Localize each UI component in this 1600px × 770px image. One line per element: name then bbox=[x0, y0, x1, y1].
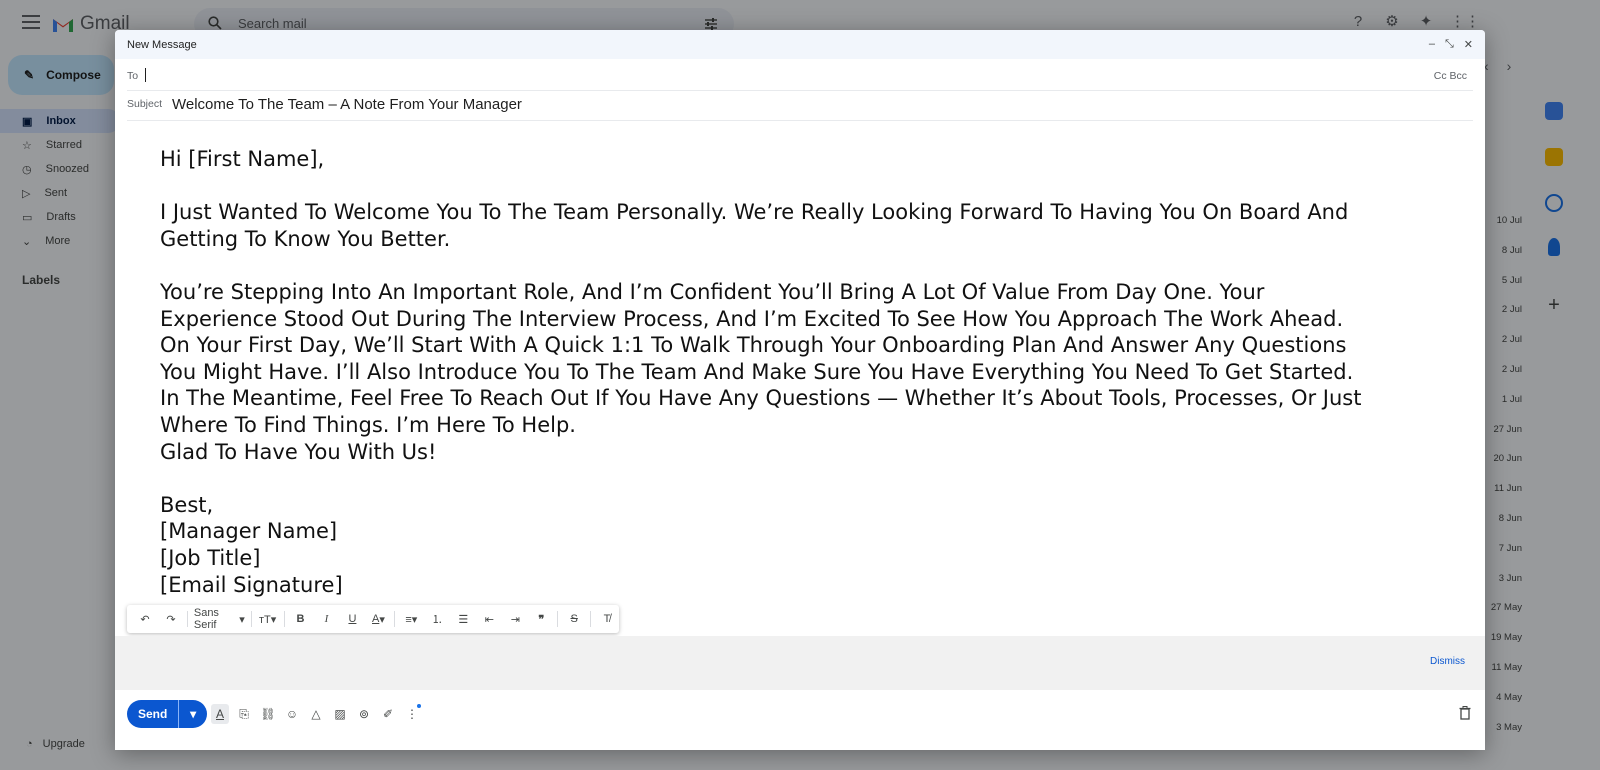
font-family-value: Sans Serif bbox=[193, 607, 219, 631]
body-greeting: Hi [First Name], bbox=[160, 147, 325, 171]
italic-icon[interactable]: I bbox=[314, 609, 338, 629]
subject-input[interactable]: Welcome To The Team – A Note From Your M… bbox=[172, 96, 522, 113]
body-line: Getting To Know You Better. bbox=[160, 226, 451, 251]
send-label: Send bbox=[138, 707, 168, 721]
insert-link-icon[interactable]: ⛓ bbox=[259, 704, 277, 724]
numbered-list-icon[interactable]: ⒈ bbox=[425, 609, 449, 629]
dismiss-link[interactable]: Dismiss bbox=[1430, 656, 1465, 667]
close-icon[interactable]: ✕ bbox=[1464, 38, 1473, 51]
insert-photo-icon[interactable]: ▨ bbox=[331, 704, 349, 724]
body-line: On Your First Day, We’ll Start With A Qu… bbox=[160, 333, 1347, 358]
drive-icon[interactable]: △ bbox=[307, 704, 325, 724]
text-color-icon[interactable]: A ▾ bbox=[366, 609, 390, 629]
signature-icon[interactable]: ✐ bbox=[379, 704, 397, 724]
formatting-toolbar: ↶ ↷ Sans Serif ▾ тТ▾ B I U A ▾ ≡▾ ⒈ ☰ ⇤ ⇥… bbox=[127, 605, 619, 633]
compose-title: New Message bbox=[127, 38, 197, 51]
font-family-select[interactable]: Sans Serif ▾ bbox=[192, 607, 247, 631]
body-line: Experience Stood Out During The Intervie… bbox=[160, 306, 1344, 331]
to-label: To bbox=[127, 70, 139, 82]
cc-bcc-link[interactable]: Cc Bcc bbox=[1434, 70, 1467, 82]
remove-formatting-icon[interactable]: T̸ bbox=[595, 609, 619, 629]
compose-dialog: New Message – ⤡ ✕ To Cc Bcc Subject Welc… bbox=[115, 30, 1485, 750]
discard-draft-icon[interactable] bbox=[1459, 706, 1471, 720]
quote-icon[interactable]: ❞ bbox=[529, 609, 553, 629]
body-line: I Just Wanted To Welcome You To The Team… bbox=[160, 200, 1349, 225]
body-line: Where To Find Things. I’m Here To Help. bbox=[160, 412, 576, 437]
minimize-icon[interactable]: – bbox=[1429, 38, 1435, 51]
formatting-options-icon[interactable]: A bbox=[211, 704, 229, 724]
undo-icon[interactable]: ↶ bbox=[133, 609, 157, 629]
indent-less-icon[interactable]: ⇤ bbox=[477, 609, 501, 629]
suggestion-notice: Dismiss bbox=[115, 636, 1485, 690]
signoff-line: [Manager Name] bbox=[160, 519, 338, 544]
font-size-icon[interactable]: тТ▾ bbox=[256, 609, 280, 629]
underline-icon[interactable]: U bbox=[340, 609, 364, 629]
compose-header: New Message – ⤡ ✕ bbox=[115, 30, 1485, 59]
compose-footer: Send ▾ A ⎘ ⛓ ☺ △ ▨ ⊚ ✐ ⋮ bbox=[115, 690, 1485, 750]
bulleted-list-icon[interactable]: ☰ bbox=[451, 609, 475, 629]
text-cursor bbox=[145, 68, 146, 82]
signoff-line: [Job Title] bbox=[160, 545, 261, 570]
signoff-line: [Email Signature] bbox=[160, 572, 343, 597]
body-line: Glad To Have You With Us! bbox=[160, 439, 437, 464]
redo-icon[interactable]: ↷ bbox=[159, 609, 183, 629]
attach-file-icon[interactable]: ⎘ bbox=[235, 704, 253, 724]
confidential-mode-icon[interactable]: ⊚ bbox=[355, 704, 373, 724]
more-options-icon[interactable]: ⋮ bbox=[403, 704, 421, 724]
subject-label: Subject bbox=[127, 98, 163, 110]
to-field[interactable]: To Cc Bcc bbox=[127, 62, 1473, 91]
subject-field[interactable]: Subject Welcome To The Team – A Note Fro… bbox=[127, 90, 1473, 121]
body-line: You’re Stepping Into An Important Role, … bbox=[160, 279, 1265, 304]
strikethrough-icon[interactable]: S bbox=[562, 609, 586, 629]
message-body[interactable]: Hi [First Name], I Just Wanted To Welcom… bbox=[160, 146, 1420, 598]
send-button[interactable]: Send ▾ bbox=[127, 700, 207, 728]
send-options-icon[interactable]: ▾ bbox=[178, 700, 207, 728]
indent-more-icon[interactable]: ⇥ bbox=[503, 609, 527, 629]
exit-fullscreen-icon[interactable]: ⤡ bbox=[1445, 38, 1454, 51]
footer-tools: A ⎘ ⛓ ☺ △ ▨ ⊚ ✐ ⋮ bbox=[211, 704, 421, 724]
body-line: In The Meantime, Feel Free To Reach Out … bbox=[160, 386, 1362, 411]
window-controls: – ⤡ ✕ bbox=[1429, 38, 1473, 51]
body-line: You Might Have. I’ll Also Introduce You … bbox=[160, 359, 1354, 384]
align-icon[interactable]: ≡▾ bbox=[399, 609, 423, 629]
emoji-icon[interactable]: ☺ bbox=[283, 704, 301, 724]
bold-icon[interactable]: B bbox=[288, 609, 312, 629]
signoff-line: Best, bbox=[160, 492, 214, 517]
